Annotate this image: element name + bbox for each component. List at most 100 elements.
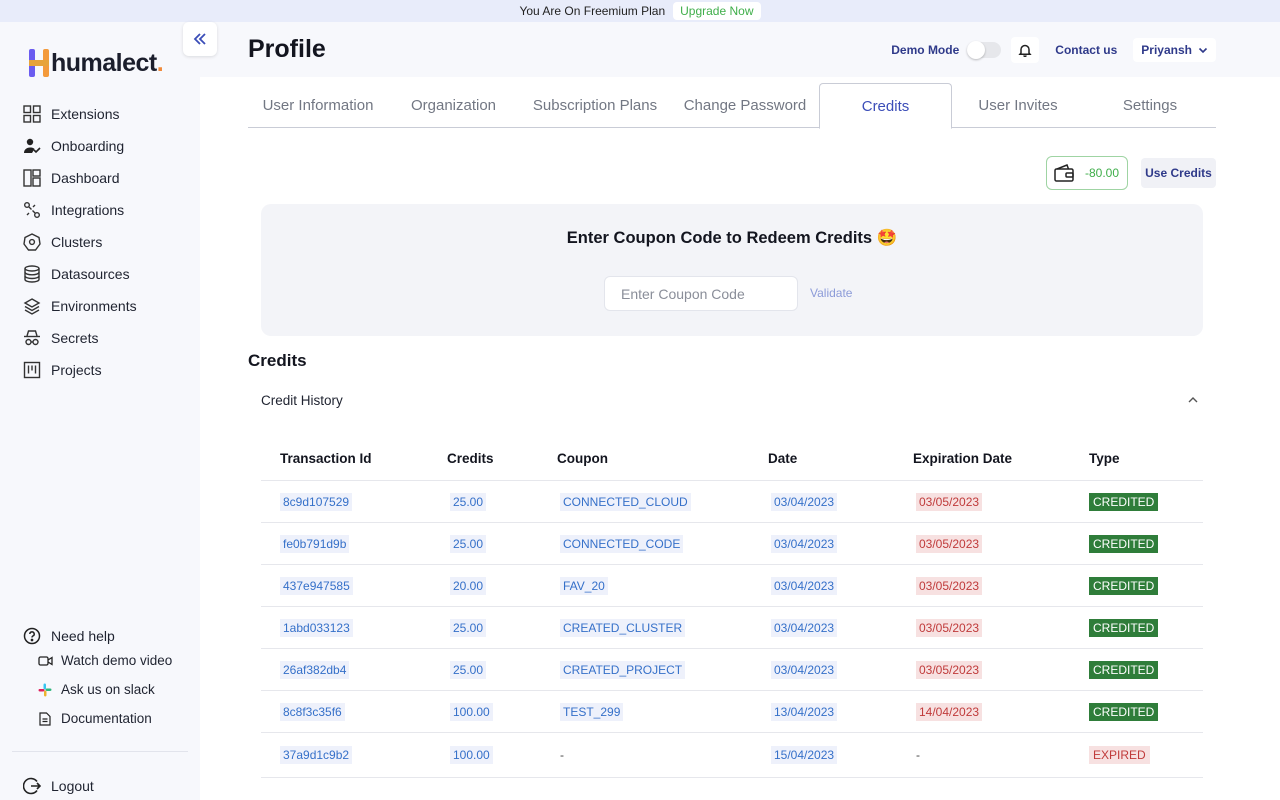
expiration-cell: - <box>913 748 1089 762</box>
user-menu[interactable]: Priyansh <box>1133 38 1216 62</box>
date-value: 03/04/2023 <box>771 660 838 679</box>
watch-demo-link[interactable]: Watch demo video <box>22 646 172 675</box>
demo-mode-toggle[interactable] <box>967 41 1002 59</box>
type-badge: CREDITED <box>1089 492 1159 511</box>
credits-value: 25.00 <box>450 618 487 637</box>
documentation-link[interactable]: Documentation <box>22 704 172 733</box>
credit-history-toggle[interactable]: Credit History <box>261 393 343 408</box>
logout-button[interactable]: Logout <box>22 776 94 796</box>
date-value: 13/04/2023 <box>771 702 838 721</box>
sidebar-item-label: Projects <box>51 362 102 378</box>
credits-value: 25.00 <box>450 492 487 511</box>
expiration-cell: 03/05/2023 <box>913 660 1089 679</box>
validate-button[interactable]: Validate <box>810 286 852 300</box>
transaction-id-cell: 8c9d107529 <box>261 492 447 511</box>
use-credits-button[interactable]: Use Credits <box>1141 158 1216 188</box>
table-row[interactable]: 8c8f3c35f6 100.00 TEST_299 13/04/2023 14/04/… <box>261 691 1203 733</box>
type-cell: CREDITED <box>1089 702 1203 721</box>
kanban-icon <box>22 360 42 380</box>
sidebar-item-secrets[interactable]: Secrets <box>22 322 137 354</box>
sidebar-item-onboarding[interactable]: Onboarding <box>22 130 137 162</box>
date-cell: 03/04/2023 <box>768 618 913 637</box>
date-value: 03/04/2023 <box>771 534 838 553</box>
tab-user-invites[interactable]: User Invites <box>952 83 1084 128</box>
transaction-id-cell: 37a9d1c9b2 <box>261 746 447 764</box>
tab-credits[interactable]: Credits <box>819 83 952 129</box>
contact-us-link[interactable]: Contact us <box>1055 43 1117 57</box>
sidebar-item-label: Datasources <box>51 266 130 282</box>
coupon-cell: CREATED_CLUSTER <box>557 618 768 637</box>
collapse-sidebar-button[interactable] <box>183 22 217 56</box>
brand-name: humalect. <box>51 48 164 77</box>
sidebar-item-environments[interactable]: Environments <box>22 290 137 322</box>
credits-cell: 25.00 <box>447 492 557 511</box>
transaction-id: 437e947585 <box>280 576 353 595</box>
sidebar-item-datasources[interactable]: Datasources <box>22 258 137 290</box>
question-circle-icon <box>22 626 42 646</box>
transaction-id-cell: 437e947585 <box>261 576 447 595</box>
expiration-value: 03/05/2023 <box>916 534 983 553</box>
brand-logo[interactable]: humalect. <box>28 46 164 80</box>
need-help-label: Need help <box>51 628 115 644</box>
plan-text: You Are On Freemium Plan <box>519 4 666 18</box>
expiration-cell: 14/04/2023 <box>913 702 1089 721</box>
sidebar-item-clusters[interactable]: Clusters <box>22 226 137 258</box>
demo-mode: Demo Mode <box>891 41 1002 59</box>
credits-cell: 25.00 <box>447 618 557 637</box>
date-cell: 03/04/2023 <box>768 660 913 679</box>
date-value: 15/04/2023 <box>771 746 838 764</box>
date-cell: 03/04/2023 <box>768 534 913 553</box>
table-row[interactable]: 37a9d1c9b2 100.00 - 15/04/2023 - EXPIRED <box>261 733 1203 778</box>
coupon-cell: CONNECTED_CLOUD <box>557 492 768 511</box>
table-row[interactable]: 1abd033123 25.00 CREATED_CLUSTER 03/04/2023… <box>261 607 1203 649</box>
type-cell: CREDITED <box>1089 492 1203 511</box>
credits-value: 25.00 <box>450 534 487 553</box>
credits-cell: 100.00 <box>447 746 557 764</box>
sidebar-item-dashboard[interactable]: Dashboard <box>22 162 137 194</box>
table-row[interactable]: 437e947585 20.00 FAV_20 03/04/2023 03/05/202… <box>261 565 1203 607</box>
sidebar-item-label: Clusters <box>51 234 103 250</box>
table-header: Transaction Id Credits Coupon Date Expir… <box>261 437 1203 481</box>
chevron-down-icon <box>1198 47 1208 54</box>
coupon-value: - <box>560 748 564 762</box>
notifications-button[interactable] <box>1011 37 1040 63</box>
video-icon <box>37 653 53 669</box>
logo-mark-icon <box>29 49 49 77</box>
table-row[interactable]: 8c9d107529 25.00 CONNECTED_CLOUD 03/04/2023… <box>261 481 1203 523</box>
expiration-value: 03/05/2023 <box>916 660 983 679</box>
slack-link[interactable]: Ask us on slack <box>22 675 172 704</box>
tab-subscription-plans[interactable]: Subscription Plans <box>519 83 671 128</box>
coupon-code-input[interactable] <box>604 276 798 311</box>
sidebar-item-projects[interactable]: Projects <box>22 354 137 386</box>
layers-icon <box>22 296 42 316</box>
sidebar-item-extensions[interactable]: Extensions <box>22 98 137 130</box>
transaction-id-cell: 1abd033123 <box>261 618 447 637</box>
sidebar: humalect. Extensions Onboarding Dashboar… <box>0 22 200 800</box>
coupon-value: CREATED_CLUSTER <box>560 618 686 637</box>
coupon-cell: CREATED_PROJECT <box>557 660 768 679</box>
credits-cell: 25.00 <box>447 660 557 679</box>
sidebar-item-integrations[interactable]: Integrations <box>22 194 137 226</box>
upgrade-link[interactable]: Upgrade Now <box>673 2 761 20</box>
credits-cell: 100.00 <box>447 702 557 721</box>
expiration-cell: 03/05/2023 <box>913 576 1089 595</box>
transaction-id: 26af382db4 <box>280 660 350 679</box>
profile-tabs: User Information Organization Subscripti… <box>248 83 1216 129</box>
date-value: 03/04/2023 <box>771 618 838 637</box>
tab-organization[interactable]: Organization <box>388 83 519 128</box>
tab-user-information[interactable]: User Information <box>248 83 388 128</box>
type-cell: CREDITED <box>1089 618 1203 637</box>
tab-settings[interactable]: Settings <box>1084 83 1216 128</box>
type-cell: CREDITED <box>1089 660 1203 679</box>
table-row[interactable]: fe0b791d9b 25.00 CONNECTED_CODE 03/04/2023 0… <box>261 523 1203 565</box>
transaction-id-cell: 8c8f3c35f6 <box>261 702 447 721</box>
bell-icon <box>1018 44 1032 57</box>
type-badge: CREDITED <box>1089 534 1159 553</box>
column-header: Transaction Id <box>280 451 372 466</box>
table-row[interactable]: 26af382db4 25.00 CREATED_PROJECT 03/04/2023… <box>261 649 1203 691</box>
table-body: 8c9d107529 25.00 CONNECTED_CLOUD 03/04/2023… <box>261 481 1203 778</box>
chevron-up-icon[interactable] <box>1186 393 1200 407</box>
coupon-value: FAV_20 <box>560 576 608 595</box>
date-cell: 03/04/2023 <box>768 576 913 595</box>
tab-change-password[interactable]: Change Password <box>671 83 819 128</box>
